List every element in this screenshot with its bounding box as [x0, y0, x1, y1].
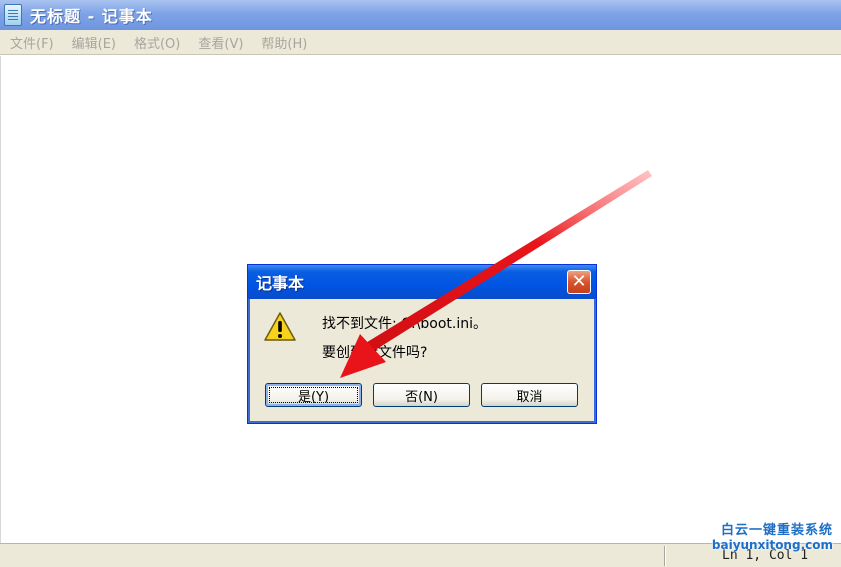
notepad-icon — [4, 4, 22, 26]
close-button[interactable]: ✕ — [567, 270, 591, 294]
menu-help[interactable]: 帮助(H) — [253, 33, 315, 52]
menu-view[interactable]: 查看(V) — [190, 33, 251, 52]
watermark-logo: 白云一键重装系统 — [720, 523, 833, 538]
watermark: 白云一键重装系统 baiyunxitong.com — [673, 519, 833, 561]
yes-button[interactable]: 是(Y) — [265, 383, 362, 407]
window-title-bar[interactable]: 无标题 - 记事本 — [0, 0, 841, 30]
watermark-url: baiyunxitong.com — [711, 538, 833, 552]
cancel-button[interactable]: 取消 — [481, 383, 578, 407]
status-divider — [664, 546, 665, 566]
menu-bar: 文件(F) 编辑(E) 格式(O) 查看(V) 帮助(H) — [0, 30, 841, 55]
menu-file[interactable]: 文件(F) — [2, 33, 62, 52]
dialog-title: 记事本 — [256, 274, 305, 293]
warning-icon — [264, 312, 296, 341]
no-button[interactable]: 否(N) — [373, 383, 470, 407]
dialog-title-bar[interactable]: 记事本 ✕ — [248, 265, 596, 299]
menu-edit[interactable]: 编辑(E) — [64, 33, 124, 52]
notepad-dialog: 记事本 ✕ 找不到文件: C:\boot.ini。 要创建新文件吗? 是(Y) … — [247, 264, 597, 424]
dialog-message-line2: 要创建新文件吗? — [322, 345, 428, 361]
close-icon: ✕ — [571, 271, 587, 292]
dialog-message-line1: 找不到文件: C:\boot.ini。 — [322, 316, 487, 332]
window-title: 无标题 - 记事本 — [30, 7, 153, 26]
menu-format[interactable]: 格式(O) — [126, 33, 188, 52]
